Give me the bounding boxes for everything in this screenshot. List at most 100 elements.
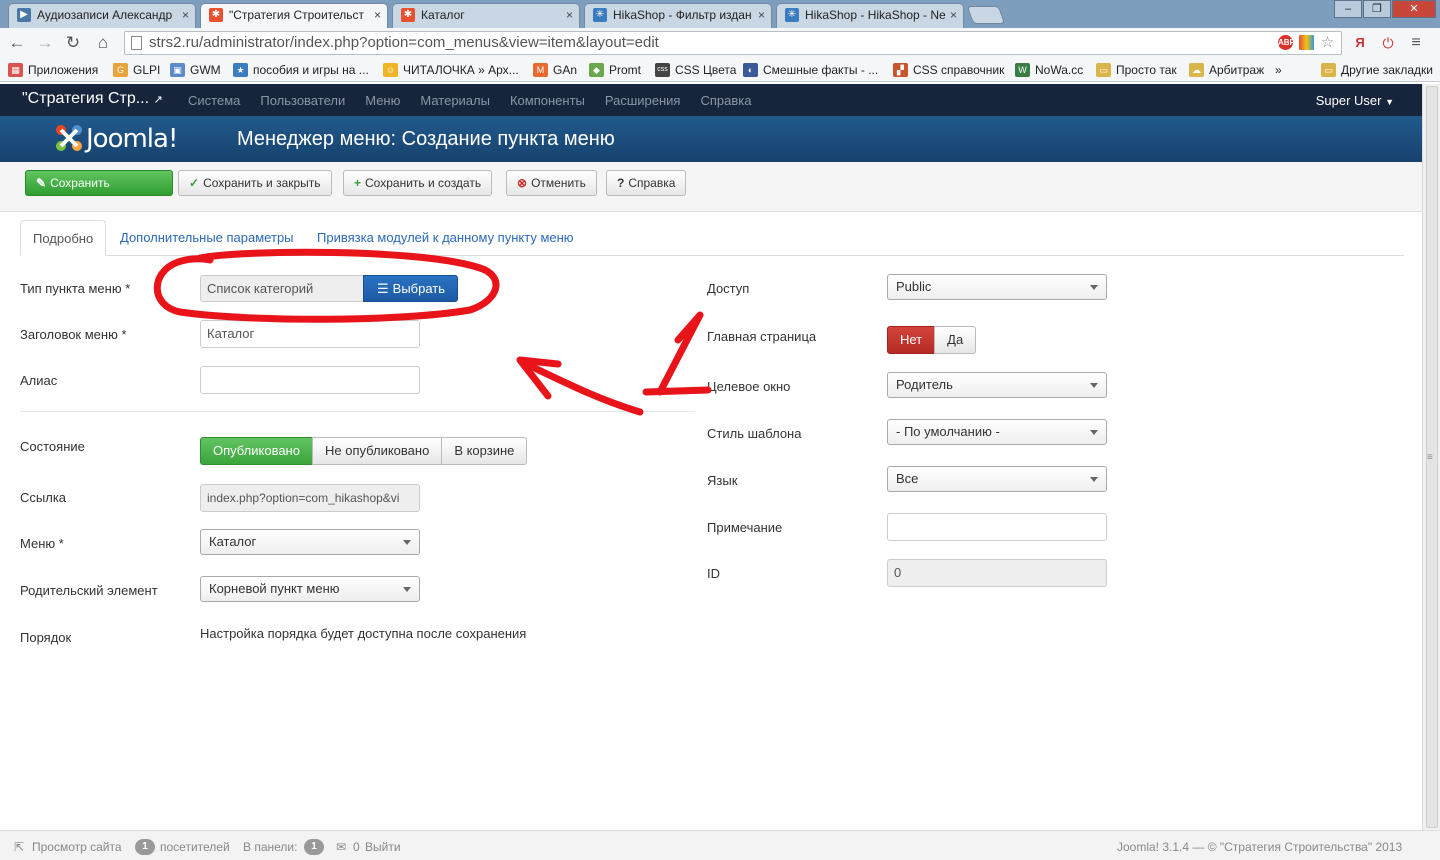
access-label: Доступ — [707, 281, 750, 296]
user-menu[interactable]: Super User ▼ — [1316, 93, 1394, 108]
audio-favicon-icon: ▶ — [17, 8, 31, 22]
browser-tab-strategy[interactable]: ✱ "Стратегия Строительст × — [200, 3, 388, 28]
view-site-link[interactable]: Просмотр сайта — [32, 840, 122, 854]
forward-icon[interactable]: → — [34, 33, 56, 53]
template-style-select[interactable]: - По умолчанию - — [887, 419, 1107, 445]
close-icon[interactable]: × — [374, 4, 381, 26]
bookmark-chitalochka[interactable]: ☺ ЧИТАЛОЧКА » Арх... — [383, 62, 519, 78]
menu-select[interactable]: Каталог — [200, 529, 420, 555]
site-name-link[interactable]: "Стратегия Стр... ↗ — [22, 90, 163, 108]
menu-extensions[interactable]: Расширения — [605, 93, 681, 108]
bookmark-promt[interactable]: ◆ Promt — [589, 62, 641, 78]
bookmark-arbitrazh[interactable]: ☁ Арбитраж — [1189, 62, 1264, 78]
save-new-button[interactable]: + Сохранить и создать — [343, 170, 493, 196]
home-page-toggle: Нет Да — [887, 326, 977, 354]
bookmark-nowa[interactable]: W NoWa.cc — [1015, 62, 1083, 78]
action-toolbar: ✎ Сохранить ✓ Сохранить и закрыть + Сохрани… — [0, 162, 1422, 212]
close-icon[interactable]: × — [182, 4, 189, 26]
hikashop-favicon-icon: ✳ — [785, 8, 799, 22]
adblock-stop-icon[interactable]: ⏻ — [1378, 33, 1398, 53]
browser-tab-audio[interactable]: ▶ Аудиозаписи Александр × — [8, 3, 196, 28]
menu-title-label: Заголовок меню * — [20, 327, 127, 342]
tab-advanced-options[interactable]: Дополнительные параметры — [108, 220, 306, 256]
joomla-favicon-icon: ✱ — [209, 8, 223, 22]
folder-icon: ▭ — [1321, 63, 1336, 77]
url-bar[interactable]: strs2.ru/administrator/index.php?option=… — [124, 31, 1342, 55]
browser-tab-catalog[interactable]: ✱ Каталог × — [392, 3, 580, 28]
gan-icon: M — [533, 63, 548, 77]
bookmark-gwm[interactable]: ▣ GWM — [170, 62, 221, 78]
bookmark-star-icon[interactable]: ☆ — [1320, 35, 1335, 50]
language-select[interactable]: Все — [887, 466, 1107, 492]
status-trashed-button[interactable]: В корзине — [441, 437, 528, 465]
select-type-button[interactable]: ☰ Выбрать — [363, 275, 458, 302]
caret-down-icon — [1090, 383, 1098, 388]
bookmark-funny-facts[interactable]: ◐ Смешные факты - ... — [743, 62, 878, 78]
browser-tab-bar: ▶ Аудиозаписи Александр × ✱ "Стратегия С… — [0, 0, 1440, 28]
ordering-label: Порядок — [20, 630, 72, 645]
cancel-button[interactable]: ⊗ Отменить — [506, 170, 597, 196]
view-site-icon: ⇱ — [14, 840, 25, 854]
menu-users[interactable]: Пользователи — [260, 93, 345, 108]
menu-system[interactable]: Система — [188, 93, 240, 108]
menu-title-input[interactable]: Каталог — [200, 320, 420, 348]
messages-count[interactable]: 0 — [353, 840, 360, 854]
home-yes-button[interactable]: Да — [934, 326, 977, 354]
menu-menus[interactable]: Меню — [365, 93, 400, 108]
alias-input[interactable] — [200, 366, 420, 394]
menu-icon[interactable]: ≡ — [1406, 33, 1426, 53]
tab-details[interactable]: Подробно — [20, 220, 107, 256]
new-tab-button[interactable] — [966, 6, 1006, 24]
yandex-bar-icon[interactable]: Я — [1350, 33, 1370, 53]
tab-module-assignment[interactable]: Привязка модулей к данному пункту меню — [305, 220, 586, 256]
nowa-icon: W — [1015, 63, 1030, 77]
folder-icon: ▭ — [1096, 63, 1111, 77]
minimize-icon[interactable]: – — [1334, 0, 1362, 18]
id-label: ID — [707, 566, 720, 581]
color-picker-icon[interactable] — [1299, 35, 1314, 50]
bookmark-posobiya[interactable]: ★ пособия и игры на ... — [233, 62, 369, 78]
save-button[interactable]: ✎ Сохранить — [25, 170, 173, 196]
bookmark-css-colors[interactable]: css CSS Цвета — [655, 62, 736, 78]
parent-item-select[interactable]: Корневой пункт меню — [200, 576, 420, 602]
close-icon[interactable]: × — [950, 4, 957, 26]
home-icon[interactable]: ⌂ — [92, 33, 114, 53]
page-scrollbar[interactable]: ≡ — [1422, 84, 1440, 830]
close-icon[interactable]: × — [758, 4, 765, 26]
bookmark-css-reference[interactable]: ▞ CSS справочник — [893, 62, 1004, 78]
close-icon[interactable]: × — [566, 4, 573, 26]
admin-navbar: "Стратегия Стр... ↗ Система Пользователи… — [0, 84, 1422, 116]
menu-content[interactable]: Материалы — [420, 93, 490, 108]
browser-tab-hikashop[interactable]: ✳ HikaShop - HikaShop - Ne × — [776, 3, 964, 28]
link-label: Ссылка — [20, 490, 67, 505]
window-close-icon[interactable]: ✕ — [1392, 0, 1436, 18]
bookmarks-overflow-chevron[interactable]: » — [1275, 62, 1282, 78]
menu-components[interactable]: Компоненты — [510, 93, 585, 108]
menu-label: Меню * — [20, 536, 64, 551]
status-published-button[interactable]: Опубликовано — [200, 437, 313, 465]
logout-link[interactable]: Выйти — [365, 840, 401, 854]
back-icon[interactable]: ← — [6, 33, 28, 53]
browser-tab-hikashop-filter[interactable]: ✳ HikaShop - Фильтр издан × — [584, 3, 772, 28]
adblock-icon[interactable]: ABP — [1278, 35, 1295, 50]
bookmark-apps[interactable]: ▦ Приложения — [8, 62, 98, 78]
target-window-select[interactable]: Родитель — [887, 372, 1107, 398]
help-button[interactable]: ? Справка — [606, 170, 687, 196]
bookmark-glpi[interactable]: G GLPI — [113, 62, 160, 78]
status-unpublished-button[interactable]: Не опубликовано — [311, 437, 443, 465]
home-no-button[interactable]: Нет — [887, 326, 936, 354]
bookmark-folder-prosto[interactable]: ▭ Просто так — [1096, 62, 1177, 78]
tab-label: HikaShop - HikaShop - Ne — [805, 8, 946, 22]
access-select[interactable]: Public — [887, 274, 1107, 300]
reload-icon[interactable]: ↻ — [62, 33, 84, 53]
restore-icon[interactable]: ❐ — [1363, 0, 1391, 18]
joomla-favicon-icon: ✱ — [401, 8, 415, 22]
admin-main-menu: Система Пользователи Меню Материалы Комп… — [188, 93, 771, 108]
save-close-button[interactable]: ✓ Сохранить и закрыть — [178, 170, 332, 196]
bookmark-other[interactable]: ▭ Другие закладки — [1321, 62, 1433, 78]
visitors-label: посетителей — [160, 840, 230, 854]
bookmark-gan[interactable]: M GAn — [533, 62, 577, 78]
note-input[interactable] — [887, 513, 1107, 541]
caret-down-icon — [1090, 285, 1098, 290]
menu-help[interactable]: Справка — [700, 93, 751, 108]
